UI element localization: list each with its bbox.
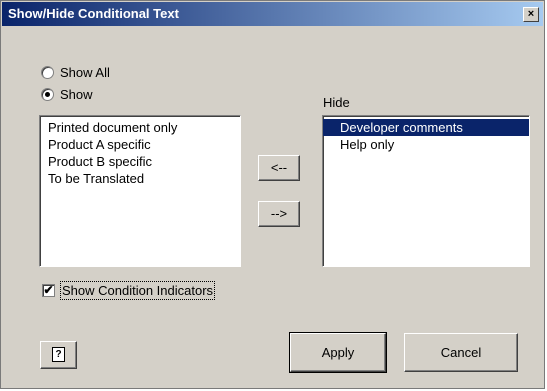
apply-button[interactable]: Apply	[289, 332, 387, 373]
show-all-radio[interactable]: Show All	[41, 65, 110, 80]
hide-listbox[interactable]: Developer comments Help only	[322, 115, 530, 267]
cancel-button[interactable]: Cancel	[404, 333, 518, 372]
show-label: Show	[60, 87, 93, 102]
show-radio[interactable]: Show	[41, 87, 93, 102]
move-left-button[interactable]: <--	[258, 155, 300, 181]
hide-list-label: Hide	[323, 95, 350, 110]
move-right-button[interactable]: -->	[258, 201, 300, 227]
radio-checked-icon	[41, 88, 54, 101]
close-icon[interactable]: ×	[523, 7, 539, 22]
show-all-label: Show All	[60, 65, 110, 80]
list-item[interactable]: To be Translated	[40, 170, 240, 187]
list-item-selected[interactable]: Developer comments	[323, 119, 529, 136]
dialog-title: Show/Hide Conditional Text	[8, 6, 179, 21]
list-item[interactable]: Product B specific	[40, 153, 240, 170]
list-item[interactable]: Printed document only	[40, 119, 240, 136]
radio-unchecked-icon	[41, 66, 54, 79]
checkbox-checked-icon[interactable]: ✔	[42, 284, 55, 297]
list-item[interactable]: Help only	[323, 136, 529, 153]
show-listbox[interactable]: Printed document only Product A specific…	[39, 115, 241, 267]
show-condition-indicators-label[interactable]: Show Condition Indicators	[59, 281, 216, 300]
help-button[interactable]: ?	[40, 341, 77, 369]
help-icon: ?	[52, 347, 65, 362]
title-bar: Show/Hide Conditional Text ×	[2, 2, 543, 26]
list-item[interactable]: Product A specific	[40, 136, 240, 153]
dialog-window: Show/Hide Conditional Text × Show All Sh…	[0, 0, 545, 389]
